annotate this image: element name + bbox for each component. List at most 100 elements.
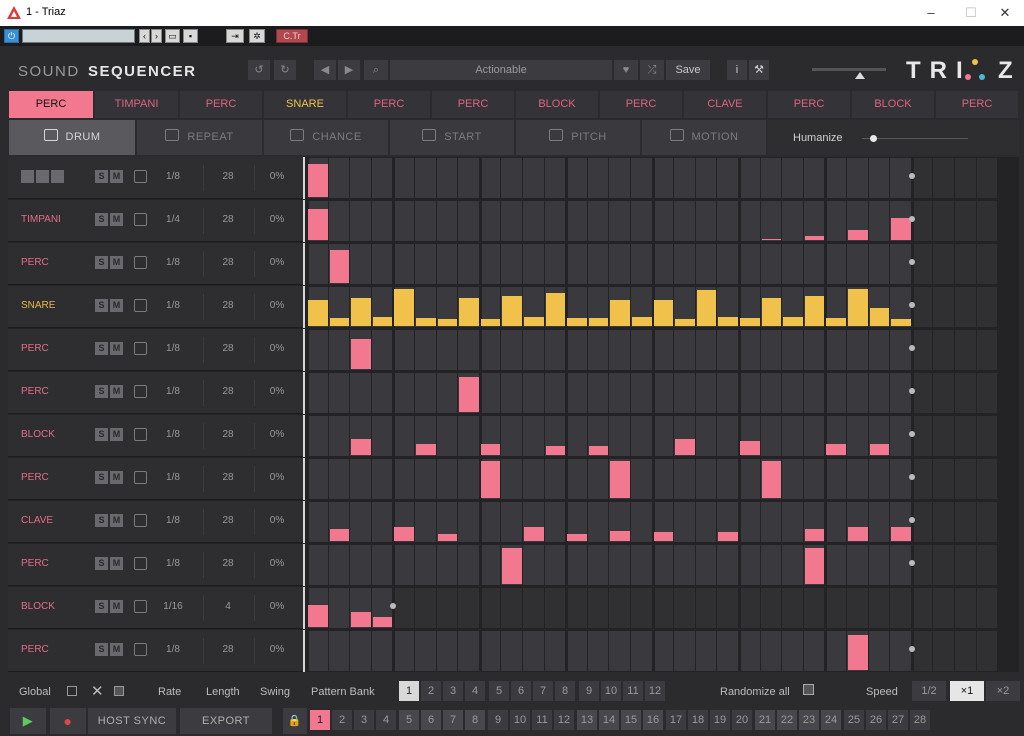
- step-cell[interactable]: [868, 158, 890, 198]
- step-cell[interactable]: [827, 201, 846, 241]
- step-cell[interactable]: [803, 244, 825, 284]
- track-rate[interactable]: 1/16: [158, 601, 188, 612]
- step-cell[interactable]: [782, 244, 803, 284]
- velocity-bar[interactable]: [524, 527, 544, 541]
- step-cell[interactable]: [436, 416, 458, 456]
- pattern-2[interactable]: 2: [332, 710, 352, 730]
- velocity-bar[interactable]: [308, 605, 328, 627]
- solo-button[interactable]: S: [95, 471, 108, 484]
- step-cell[interactable]: [587, 244, 609, 284]
- step-cell[interactable]: [436, 158, 458, 198]
- step-cell[interactable]: [481, 373, 501, 413]
- step-cell[interactable]: [654, 588, 674, 628]
- track-length[interactable]: 28: [214, 386, 242, 397]
- loop-end-handle[interactable]: [908, 388, 915, 394]
- step-cell[interactable]: [868, 588, 890, 628]
- pattern-8[interactable]: 8: [465, 710, 485, 730]
- step-cell[interactable]: [587, 373, 609, 413]
- step-cell[interactable]: [587, 158, 609, 198]
- pattern-25[interactable]: 25: [844, 710, 864, 730]
- bank-3[interactable]: 3: [443, 681, 463, 701]
- mode-repeat[interactable]: REPEAT: [137, 120, 262, 155]
- step-cell[interactable]: [803, 330, 825, 370]
- velocity-bar[interactable]: [329, 318, 350, 326]
- loop-end-handle[interactable]: [908, 173, 915, 179]
- loop-end-handle[interactable]: [908, 259, 915, 265]
- step-cell[interactable]: [933, 201, 954, 241]
- step-cell[interactable]: [436, 244, 458, 284]
- step-cell[interactable]: [695, 373, 717, 413]
- disk-icon[interactable]: ▪: [183, 29, 198, 43]
- step-cell[interactable]: [371, 631, 393, 671]
- step-cell[interactable]: [913, 158, 933, 198]
- track-rate[interactable]: 1/8: [158, 257, 188, 268]
- clear-icon[interactable]: ✕: [91, 682, 104, 700]
- velocity-bar[interactable]: [653, 532, 674, 541]
- speed-3[interactable]: ×2: [986, 681, 1020, 701]
- step-cell[interactable]: [544, 459, 566, 499]
- bank-11[interactable]: 11: [623, 681, 643, 701]
- velocity-bar[interactable]: [502, 548, 522, 584]
- step-cell[interactable]: [890, 631, 911, 671]
- step-cell[interactable]: [976, 158, 998, 198]
- step-cell[interactable]: [631, 244, 652, 284]
- step-cell[interactable]: [395, 158, 414, 198]
- solo-button[interactable]: S: [95, 385, 108, 398]
- step-cell[interactable]: [741, 631, 760, 671]
- step-cell[interactable]: [328, 201, 350, 241]
- step-cell[interactable]: [609, 416, 630, 456]
- loop-end-handle[interactable]: [908, 560, 915, 566]
- tab-perc-3[interactable]: PERC: [180, 91, 262, 118]
- step-cell[interactable]: [415, 588, 436, 628]
- mute-button[interactable]: M: [110, 643, 123, 656]
- step-cell[interactable]: [827, 588, 846, 628]
- track-settings-icon[interactable]: [134, 213, 147, 226]
- step-cell[interactable]: [803, 631, 825, 671]
- step-cell[interactable]: [955, 631, 976, 671]
- step-cell[interactable]: [436, 588, 458, 628]
- pattern-4[interactable]: 4: [376, 710, 396, 730]
- solo-button[interactable]: S: [95, 514, 108, 527]
- velocity-bar[interactable]: [740, 318, 760, 326]
- pattern-7[interactable]: 7: [443, 710, 463, 730]
- mute-button[interactable]: M: [110, 342, 123, 355]
- velocity-bar[interactable]: [394, 527, 414, 541]
- pattern-21[interactable]: 21: [755, 710, 775, 730]
- step-cell[interactable]: [654, 416, 674, 456]
- step-cell[interactable]: [955, 416, 976, 456]
- step-cell[interactable]: [350, 502, 371, 542]
- step-cell[interactable]: [717, 244, 738, 284]
- step-cell[interactable]: [933, 545, 954, 585]
- track-length[interactable]: 28: [214, 171, 242, 182]
- step-cell[interactable]: [674, 244, 695, 284]
- velocity-bar[interactable]: [653, 300, 674, 326]
- step-cell[interactable]: [350, 244, 371, 284]
- next-arrow-icon[interactable]: ›: [151, 29, 162, 43]
- velocity-bar[interactable]: [416, 444, 436, 455]
- track-length[interactable]: 28: [214, 257, 242, 268]
- step-cell[interactable]: [890, 588, 911, 628]
- velocity-bar[interactable]: [804, 548, 825, 584]
- step-cell[interactable]: [933, 330, 954, 370]
- step-cell[interactable]: [803, 588, 825, 628]
- velocity-bar[interactable]: [588, 446, 609, 455]
- step-cell[interactable]: [717, 588, 738, 628]
- step-cell[interactable]: [847, 244, 868, 284]
- step-cell[interactable]: [695, 330, 717, 370]
- tab-perc-8[interactable]: PERC: [600, 91, 682, 118]
- step-cell[interactable]: [674, 330, 695, 370]
- track-rate[interactable]: 1/8: [158, 300, 188, 311]
- step-cell[interactable]: [328, 330, 350, 370]
- bank-12[interactable]: 12: [645, 681, 665, 701]
- track-rate[interactable]: 1/8: [158, 558, 188, 569]
- step-cell[interactable]: [371, 158, 393, 198]
- step-cell[interactable]: [741, 330, 760, 370]
- step-cell[interactable]: [695, 545, 717, 585]
- pattern-15[interactable]: 15: [621, 710, 641, 730]
- velocity-bar[interactable]: [761, 461, 782, 498]
- step-cell[interactable]: [501, 631, 522, 671]
- step-cell[interactable]: [782, 588, 803, 628]
- step-cell[interactable]: [371, 330, 393, 370]
- step-cell[interactable]: [695, 201, 717, 241]
- io-icon[interactable]: ⇥: [226, 29, 244, 43]
